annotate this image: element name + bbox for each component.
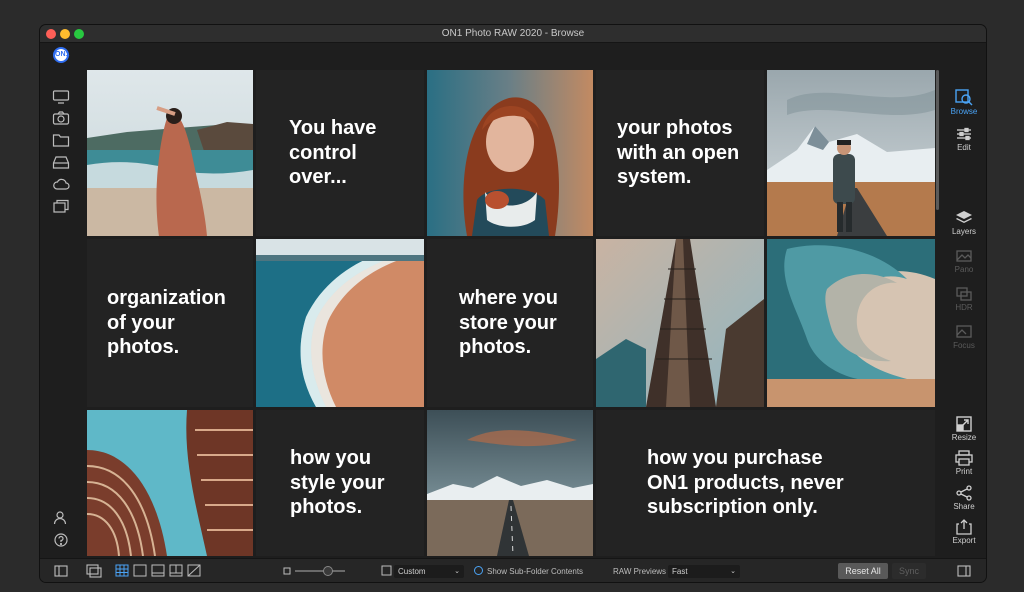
show-subfolders-radio[interactable] — [474, 566, 483, 575]
share-icon — [956, 485, 972, 501]
red-haired-woman-portrait-photo[interactable] — [427, 70, 593, 236]
large-thumbnail-icon — [381, 565, 392, 576]
browse-module-label: Browse — [950, 107, 978, 116]
share-module-label: Share — [953, 502, 975, 511]
text-tile-purchase-label: how you purchase ON1 products, never sub… — [647, 447, 844, 519]
thumbnail-size-value: Custom — [398, 567, 426, 576]
app-window: ON1 Photo RAW 2020 - Browse ON1 You have… — [40, 25, 986, 582]
woman-on-beach-photo[interactable] — [87, 70, 253, 236]
text-tile-control: You have control over... — [256, 70, 424, 236]
man-on-mountain-road-photo[interactable] — [767, 70, 935, 236]
pano-module-label: Pano — [954, 265, 974, 274]
text-tile-style: how you style your photos. — [256, 410, 424, 556]
on1-logo[interactable]: ON1 — [53, 47, 69, 63]
raw-previews-value: Fast — [672, 567, 688, 576]
compare-view-icon[interactable] — [169, 564, 183, 577]
raw-previews-label: RAW Previews — [613, 566, 667, 576]
albums-icon[interactable] — [52, 198, 70, 214]
grid-view-icon[interactable] — [115, 564, 129, 577]
thumbnail-size-slider[interactable] — [295, 570, 345, 572]
grid-scrollbar[interactable] — [935, 70, 940, 556]
chevron-down-icon: ⌄ — [454, 568, 460, 575]
window-title: ON1 Photo RAW 2020 - Browse — [441, 28, 585, 39]
curved-building-photo[interactable] — [87, 410, 253, 556]
hdr-module-button[interactable]: HDR — [942, 286, 986, 312]
text-tile-control-label: You have control over... — [289, 117, 377, 189]
pano-module-button[interactable]: Pano — [942, 248, 986, 274]
export-module-label: Export — [952, 536, 976, 545]
drive-icon[interactable] — [52, 154, 70, 170]
reset-all-button[interactable]: Reset All — [838, 563, 888, 579]
skyscraper-photo[interactable] — [596, 239, 764, 407]
share-module-button[interactable]: Share — [942, 485, 986, 511]
monitor-icon[interactable] — [52, 89, 70, 105]
text-tile-organization-label: organization of your photos. — [107, 287, 226, 359]
desert-road-mountains-photo[interactable] — [427, 410, 593, 556]
filmstrip-toggle-icon[interactable] — [86, 564, 102, 578]
panel-toggle-right-icon[interactable] — [957, 565, 971, 577]
title-bar: ON1 Photo RAW 2020 - Browse — [40, 25, 986, 43]
sync-button[interactable]: Sync — [892, 563, 926, 579]
hdr-icon — [956, 287, 972, 301]
focus-module-label: Focus — [953, 341, 975, 350]
text-tile-organization: organization of your photos. — [87, 239, 253, 407]
text-tile-purchase: how you purchase ON1 products, never sub… — [596, 410, 935, 556]
user-icon[interactable] — [52, 510, 70, 526]
text-tile-storage: where you store your photos. — [427, 239, 593, 407]
edit-module-button[interactable]: Edit — [942, 126, 986, 152]
pano-icon — [956, 250, 972, 262]
filmstrip-view-icon[interactable] — [151, 564, 165, 577]
hdr-module-label: HDR — [955, 303, 973, 312]
grid-scroll-thumb[interactable] — [936, 70, 939, 210]
print-module-label: Print — [955, 467, 973, 476]
resize-module-label: Resize — [951, 433, 977, 442]
print-module-button[interactable]: Print — [942, 450, 986, 476]
help-icon[interactable] — [52, 532, 70, 548]
aerial-beach-waves-photo[interactable] — [256, 239, 424, 407]
focus-icon — [956, 325, 972, 338]
resize-icon — [956, 416, 972, 432]
bottom-toolbar: Custom ⌄ Show Sub-Folder Contents RAW Pr… — [40, 558, 986, 582]
cloud-icon[interactable] — [52, 176, 70, 192]
resize-module-button[interactable]: Resize — [942, 416, 986, 442]
thumbnail-size-select[interactable]: Custom ⌄ — [394, 565, 464, 578]
text-tile-style-label: how you style your photos. — [290, 447, 385, 519]
show-subfolders-label: Show Sub-Folder Contents — [487, 566, 584, 576]
wave-curl-photo[interactable] — [767, 239, 935, 407]
folder-icon[interactable] — [52, 132, 70, 148]
layers-module-button[interactable]: Layers — [942, 210, 986, 236]
print-icon — [955, 450, 973, 466]
chevron-down-icon: ⌄ — [730, 568, 736, 575]
camera-icon[interactable] — [52, 110, 70, 126]
thumbnail-size-slider-handle[interactable] — [323, 566, 333, 576]
edit-module-label: Edit — [957, 143, 971, 152]
text-tile-storage-label: where you store your photos. — [459, 287, 558, 359]
export-icon — [956, 519, 972, 535]
right-module-sidebar: Browse Edit Layers Pano HDR Focus Resize — [942, 44, 986, 564]
text-tile-open-system: your photos with an open system. — [596, 70, 764, 236]
browse-icon — [955, 89, 973, 106]
browse-module-button[interactable]: Browse — [942, 88, 986, 116]
small-thumbnail-icon — [283, 567, 291, 575]
layers-icon — [956, 211, 972, 223]
text-tile-open-system-label: your photos with an open system. — [617, 117, 740, 189]
left-sidebar: ON1 — [40, 44, 84, 582]
panel-toggle-left-icon[interactable] — [54, 565, 68, 577]
layers-module-label: Layers — [951, 227, 976, 236]
map-view-icon[interactable] — [187, 564, 201, 577]
detail-view-icon[interactable] — [133, 564, 147, 577]
sliders-icon — [957, 127, 971, 141]
export-module-button[interactable]: Export — [942, 519, 986, 545]
photo-grid: You have control over... your photos wit… — [87, 70, 935, 556]
focus-module-button[interactable]: Focus — [942, 324, 986, 350]
raw-previews-select[interactable]: Fast ⌄ — [668, 565, 740, 578]
